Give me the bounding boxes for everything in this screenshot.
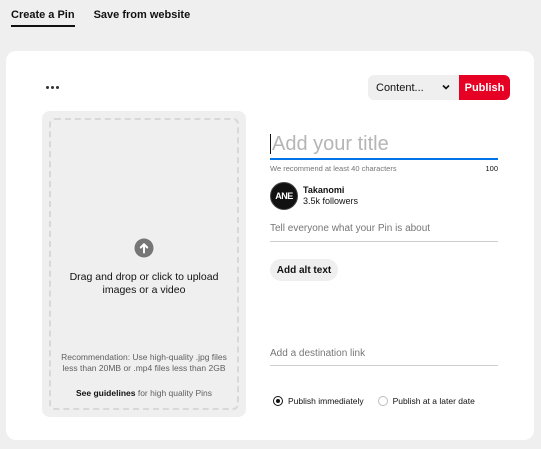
author-info: ANE Takanomi 3.5k followers <box>270 182 358 210</box>
tab-save-from-website[interactable]: Save from website <box>94 0 191 27</box>
chevron-down-icon <box>442 84 450 90</box>
add-alt-text-button[interactable]: Add alt text <box>270 259 338 281</box>
upload-dropzone[interactable]: Drag and drop or click to upload images … <box>42 111 246 417</box>
pin-tabs: Create a Pin Save from website <box>11 0 190 32</box>
radio-unselected-icon <box>377 396 388 406</box>
title-char-counter: 100 <box>485 164 498 173</box>
board-select-value: Content... <box>376 81 424 94</box>
title-helper-text: We recommend at least 40 characters <box>270 164 397 173</box>
publish-immediately-option[interactable]: Publish immediately <box>273 396 364 406</box>
more-options-button[interactable] <box>43 80 61 94</box>
author-text: Takanomi 3.5k followers <box>303 185 358 207</box>
publish-timing-options: Publish immediately Publish at a later d… <box>273 396 475 406</box>
upload-recommendation: Recommendation: Use high-quality .jpg fi… <box>61 352 227 373</box>
more-horizontal-icon <box>45 85 49 89</box>
see-guidelines-link[interactable]: See guidelines <box>76 388 136 398</box>
title-helper: We recommend at least 40 characters 100 <box>270 164 498 173</box>
destination-link-input[interactable]: Add a destination link <box>270 348 498 366</box>
title-placeholder: Add your title <box>272 132 389 155</box>
description-input[interactable]: Tell everyone what your Pin is about <box>270 223 498 242</box>
publish-immediately-label: Publish immediately <box>288 396 364 406</box>
publish-later-option[interactable]: Publish at a later date <box>377 396 475 406</box>
pin-builder-card: Content... Publish Drag and drop or clic… <box>6 51 534 440</box>
avatar[interactable]: ANE <box>270 182 298 210</box>
guidelines-note: See guidelines for high quality Pins <box>52 388 236 398</box>
publish-later-label: Publish at a later date <box>392 396 475 406</box>
guidelines-suffix: for high quality Pins <box>135 388 213 398</box>
author-followers: 3.5k followers <box>303 196 359 206</box>
publish-button[interactable]: Publish <box>459 75 510 100</box>
title-input[interactable]: Add your title <box>270 130 498 160</box>
arrow-up-circle-icon <box>134 238 154 258</box>
tab-create-a-pin[interactable]: Create a Pin <box>11 0 75 27</box>
board-select[interactable]: Content... <box>368 75 459 100</box>
radio-selected-icon <box>273 396 283 406</box>
author-name: Takanomi <box>303 185 345 195</box>
dropzone-instructions: Drag and drop or click to upload images … <box>69 271 219 296</box>
